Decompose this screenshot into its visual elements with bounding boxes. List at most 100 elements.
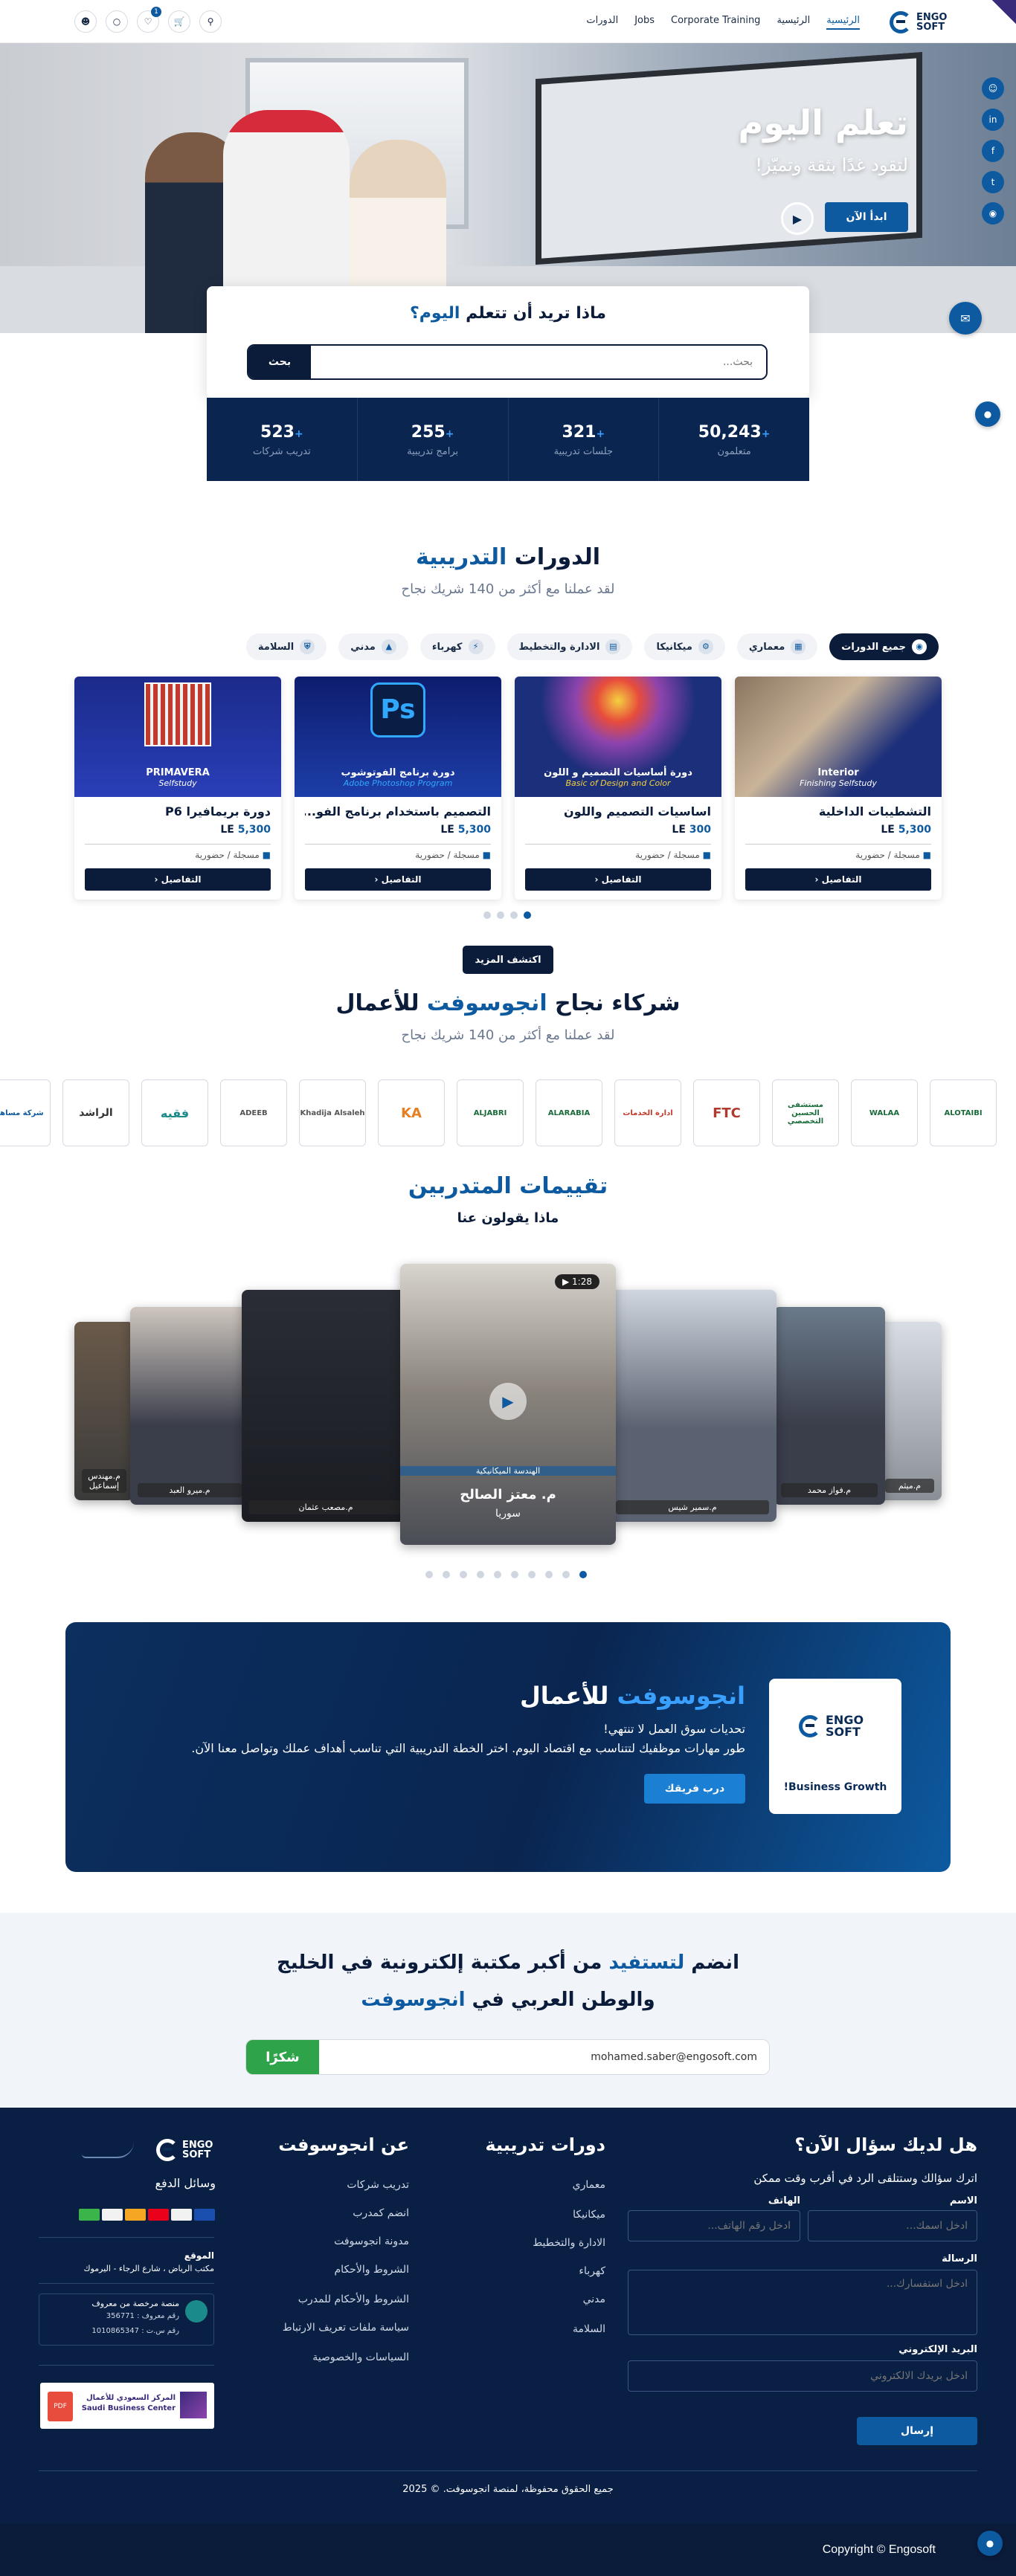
nav-corporate-training[interactable]: Corporate Training [671,15,760,30]
page-dot[interactable] [477,1571,484,1578]
page-dot[interactable] [528,1571,536,1578]
search-input[interactable] [311,346,766,378]
footer-link[interactable]: السياسات والخصوصية [312,2351,409,2363]
page-dot[interactable] [443,1571,450,1578]
play-icon[interactable]: ▶ [781,202,814,235]
course-title[interactable]: دورة بريمافيرا P6 [165,804,271,819]
newsletter-email-input[interactable] [319,2040,769,2074]
page-dot[interactable] [460,1571,467,1578]
footer-link[interactable]: الشروط والأحكام [335,2264,409,2276]
facebook-icon[interactable]: f [982,140,1004,162]
details-button[interactable]: التفاصيل ‹ [745,868,931,891]
review-video[interactable]: م.مصعب عثمان [242,1290,410,1522]
details-button[interactable]: التفاصيل ‹ [85,868,271,891]
message-textarea[interactable] [628,2270,977,2335]
page-dot[interactable] [483,911,491,919]
name-input[interactable] [808,2210,977,2241]
heart-icon[interactable]: ♡ 1 [137,7,161,33]
cart-icon[interactable]: 🛒 [168,10,190,33]
send-button[interactable]: إرسال [857,2417,977,2445]
messenger-icon[interactable]: ● [975,401,1000,427]
discover-more-button[interactable]: اكتشف المزيد [463,946,553,974]
filter-electrical[interactable]: ⚡ كهرباء [419,633,495,660]
page-dot[interactable] [562,1571,570,1578]
course-card[interactable]: دورة أساسيات التصميم و اللون Basic of De… [515,677,721,900]
course-card[interactable]: PRIMAVERA Selfstudy دورة بريمافيرا P6 LE… [74,677,281,900]
building-image [144,682,211,746]
phone-input[interactable] [628,2210,800,2241]
partners-section-subtitle: لقد عملنا مع أكثر من 140 شريك نجاح [401,1027,615,1043]
logo-text: ENGO SOFT [826,1713,864,1739]
review-video[interactable]: م.ميثم [878,1322,942,1500]
filter-mechanics[interactable]: ⚙ ميكانيكا [644,633,725,660]
footer-link[interactable]: انضم كمدرب [353,2207,409,2219]
snapchat-icon[interactable]: ☺ [982,77,1004,100]
footer-link[interactable]: السلامة [573,2323,605,2335]
play-icon[interactable]: ▶ [489,1383,527,1420]
stat-label: جلسات تدريبية [553,446,614,457]
review-video[interactable]: م.ميرو العبد [130,1307,249,1505]
footer-link[interactable]: الادارة والتخطيط [533,2237,605,2249]
review-video[interactable]: م.مهندس إسماعيل [74,1322,134,1500]
footer-link[interactable]: الشروط والأحكام للمدرب [298,2293,409,2305]
site-logo[interactable]: ENGO SOFT [890,7,971,37]
page-dot[interactable] [425,1571,433,1578]
review-video[interactable]: م.فواز محمد [774,1307,885,1505]
globe-icon[interactable]: ○ [106,10,128,33]
filter-civil[interactable]: ▲ مدني [338,633,408,660]
chat-icon[interactable]: ● [977,2531,1003,2556]
gear-icon: ⚙ [698,639,713,654]
course-card[interactable]: Interior Finishing Selfstudy التشطيبات ا… [735,677,942,900]
newsletter-submit-button[interactable]: شكرًا [246,2040,319,2074]
title-part-highlight: انجوسوفت [426,990,547,1016]
filter-management[interactable]: ▤ الادارة والتخطيط [507,633,633,660]
page-dot-active[interactable] [524,911,531,919]
details-button[interactable]: التفاصيل ‹ [305,868,491,891]
search-button[interactable]: بحث [248,346,311,378]
nav-home[interactable]: الرئيسية [826,15,860,30]
user-icon[interactable]: ☻ [74,10,97,33]
course-mode: ■ مسجلة / حضورية [855,850,931,860]
review-video[interactable]: م.سمير شيس [608,1290,777,1522]
course-title[interactable]: اساسيات التصميم واللون [564,804,711,819]
details-button[interactable]: التفاصيل ‹ [525,868,711,891]
page-dot[interactable] [545,1571,553,1578]
currency: LE [440,824,454,836]
filter-safety[interactable]: ⛨ السلامة [245,633,327,660]
start-now-button[interactable]: ابدأ الآن [825,202,908,232]
footer-link[interactable]: تدريب شركات [347,2179,409,2191]
featured-reviewer-country: سوريا [495,1508,521,1520]
train-team-button[interactable]: درب فريقك [644,1774,745,1804]
filter-all[interactable]: ◉ جميع الدورات [829,633,939,660]
sbc-badge[interactable]: PDF المركز السعودي للأعمال Saudi Busines… [40,2383,214,2429]
course-card[interactable]: Ps دورة برنامج الفوتوشوب Adobe Photoshop… [295,677,501,900]
email-input[interactable] [628,2360,977,2392]
footer-link[interactable]: معماري [573,2179,605,2191]
course-title[interactable]: التصميم باستخدام برنامج الفو... [305,804,491,819]
search-icon[interactable]: ⚲ [199,10,222,33]
footer-link[interactable]: مدونة انجوسوفت [334,2236,409,2247]
course-title[interactable]: التشطيبات الداخلية [819,804,931,819]
footer-link[interactable]: سياسة ملفات تعريف الارتباط [283,2322,409,2334]
nav-courses[interactable]: الدورات [586,15,618,30]
instagram-icon[interactable]: ◉ [982,202,1004,225]
divider [305,844,491,845]
page-dot[interactable] [511,1571,518,1578]
partner-logo: ALJABRI [457,1079,524,1146]
stats-bar: +50,243 متعلمون +321 جلسات تدريبية +255 برا… [207,398,809,481]
footer-link[interactable]: ميكانيكا [573,2209,605,2221]
footer-logo: ENGO SOFT [156,2139,213,2161]
nav-jobs[interactable]: Jobs [634,15,655,30]
footer-link[interactable]: كهرباء [579,2265,605,2277]
page-dot-active[interactable] [579,1571,587,1578]
linkedin-icon[interactable]: in [982,109,1004,131]
page-dot[interactable] [494,1571,501,1578]
featured-review-video[interactable]: 1:28 ▶ ▶ الهندسة الميكانيكية م. معتز الص… [400,1264,616,1545]
page-dot[interactable] [497,911,504,919]
page-dot[interactable] [510,911,518,919]
twitter-icon[interactable]: t [982,171,1004,193]
chat-icon[interactable]: ✉ [949,302,982,335]
footer-link[interactable]: مدني [583,2293,605,2305]
nav-home-2[interactable]: الرئيسية [777,15,810,30]
filter-architecture[interactable]: ▦ معماري [736,633,818,660]
